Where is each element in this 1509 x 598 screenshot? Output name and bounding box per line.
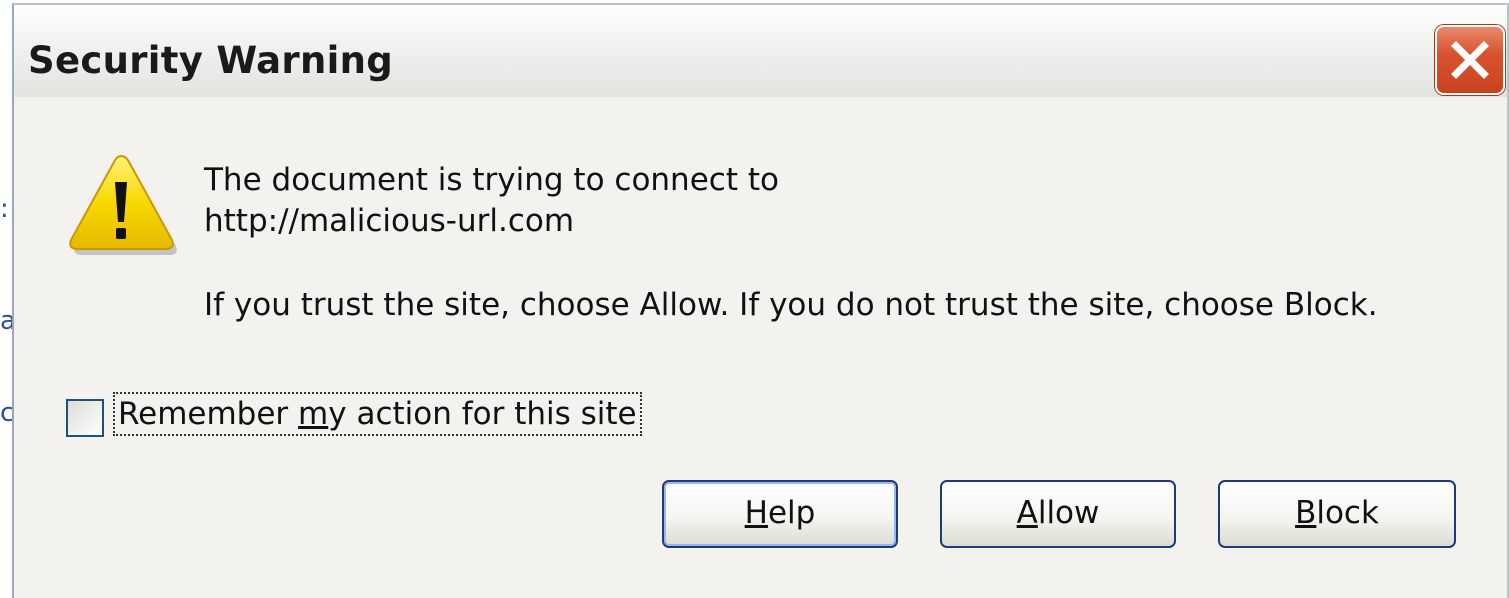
accelerator-key: H	[744, 495, 768, 531]
trust-instruction: If you trust the site, choose Allow. If …	[204, 287, 1378, 323]
accelerator-key: A	[1016, 495, 1038, 531]
target-url: http://malicious-url.com	[204, 203, 575, 239]
button-label: lock	[1316, 495, 1379, 531]
remember-action-label[interactable]: Remember my action for this site	[113, 392, 642, 436]
help-button[interactable]: Help	[662, 480, 898, 548]
background-text-fragment: a	[0, 308, 12, 334]
title-bar[interactable]: Security Warning	[14, 5, 1507, 97]
warning-triangle-icon	[69, 154, 177, 255]
label-text: y action for this site	[328, 396, 637, 432]
button-label: llow	[1037, 495, 1100, 531]
accelerator-key: m	[298, 396, 329, 432]
close-button[interactable]	[1435, 25, 1505, 95]
background-text-fragment: :	[0, 196, 9, 222]
allow-button[interactable]: Allow	[940, 480, 1176, 548]
label-text: Remember	[118, 396, 299, 432]
message-line: The document is trying to connect to	[204, 162, 779, 198]
dialog-body: The document is trying to connect to htt…	[14, 97, 1507, 598]
button-label: elp	[767, 495, 816, 531]
dialog-title: Security Warning	[28, 39, 393, 82]
remember-action-checkbox[interactable]	[66, 399, 104, 437]
accelerator-key: B	[1295, 495, 1317, 531]
close-icon	[1451, 41, 1489, 79]
block-button[interactable]: Block	[1218, 480, 1456, 548]
security-warning-dialog: Security Warning The document is trying …	[12, 3, 1509, 598]
background-text-fragment: c	[0, 400, 12, 426]
